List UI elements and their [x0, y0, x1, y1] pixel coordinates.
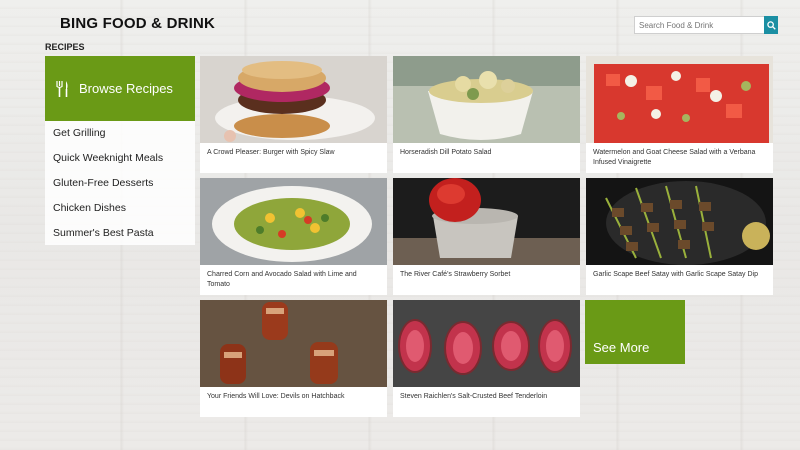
recipe-card-corn-salad[interactable]: Charred Corn and Avocado Salad with Lime…	[200, 178, 387, 295]
search-input[interactable]	[635, 17, 767, 33]
fork-knife-icon	[56, 80, 68, 97]
recipe-photo-beef-satay	[586, 178, 773, 265]
recipe-title: The River Café's Strawberry Sorbet	[400, 271, 511, 278]
recipe-card-watermelon-salad[interactable]: Watermelon and Goat Cheese Salad with a …	[586, 56, 773, 173]
recipe-photo-corn-salad	[200, 178, 387, 265]
category-summers-best-pasta[interactable]: Summer's Best Pasta	[45, 221, 195, 246]
recipe-photo-strawberry-sorbet	[393, 178, 580, 265]
recipe-title: Charred Corn and Avocado Salad with Lime…	[207, 271, 357, 288]
recipe-photo-devils-on-horseback	[200, 300, 387, 387]
search-button[interactable]	[764, 16, 778, 34]
recipe-card-strawberry-sorbet[interactable]: The River Café's Strawberry Sorbet	[393, 178, 580, 295]
see-more-tile[interactable]: See More	[585, 300, 685, 364]
recipe-title: Horseradish Dill Potato Salad	[400, 149, 492, 156]
browse-recipes-tile[interactable]: Browse Recipes	[45, 56, 195, 121]
category-chicken-dishes[interactable]: Chicken Dishes	[45, 196, 195, 221]
recipe-photo-watermelon-salad	[586, 56, 773, 143]
recipe-title: Steven Raichlen's Salt-Crusted Beef Tend…	[400, 393, 548, 400]
recipe-title: Your Friends Will Love: Devils on Hatchb…	[207, 393, 345, 400]
recipe-title: A Crowd Pleaser: Burger with Spicy Slaw	[207, 149, 335, 156]
recipe-photo-potato-salad	[393, 56, 580, 143]
category-get-grilling[interactable]: Get Grilling	[45, 121, 195, 146]
category-gluten-free-desserts[interactable]: Gluten-Free Desserts	[45, 171, 195, 196]
browse-recipes-label: Browse Recipes	[79, 81, 173, 96]
recipe-card-beef-tenderloin[interactable]: Steven Raichlen's Salt-Crusted Beef Tend…	[393, 300, 580, 417]
recipe-title: Watermelon and Goat Cheese Salad with a …	[593, 149, 756, 166]
recipe-card-devils-on-horseback[interactable]: Your Friends Will Love: Devils on Hatchb…	[200, 300, 387, 417]
recipe-card-beef-satay[interactable]: Garlic Scape Beef Satay with Garlic Scap…	[586, 178, 773, 295]
category-list: Get Grilling Quick Weeknight Meals Glute…	[45, 121, 195, 245]
category-quick-weeknight-meals[interactable]: Quick Weeknight Meals	[45, 146, 195, 171]
recipe-photo-beef-tenderloin	[393, 300, 580, 387]
section-label: RECIPES	[45, 42, 85, 52]
recipe-card-burger[interactable]: A Crowd Pleaser: Burger with Spicy Slaw	[200, 56, 387, 173]
recipe-photo-burger	[200, 56, 387, 143]
recipe-title: Garlic Scape Beef Satay with Garlic Scap…	[593, 271, 758, 278]
recipe-card-potato-salad[interactable]: Horseradish Dill Potato Salad	[393, 56, 580, 173]
search-icon	[766, 20, 776, 30]
app-title: BING FOOD & DRINK	[60, 15, 216, 32]
search-box[interactable]	[634, 16, 778, 34]
